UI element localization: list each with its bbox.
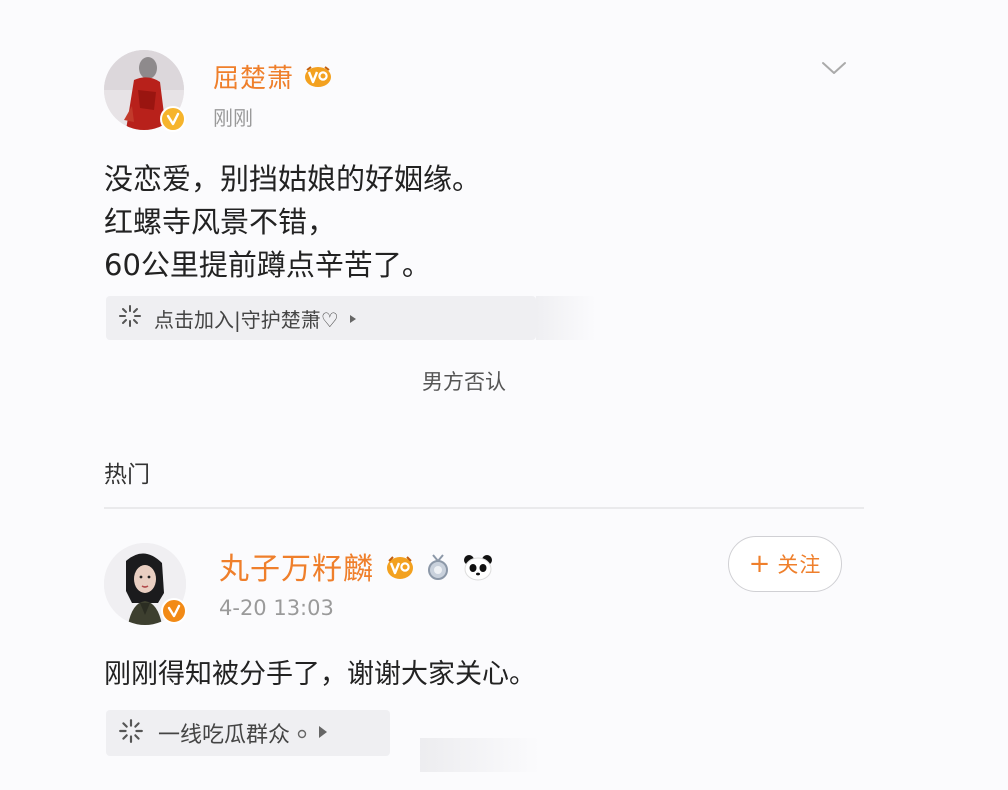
chip-fade (420, 738, 540, 772)
follow-label[interactable]: 关注 (777, 549, 821, 579)
post1-time: 刚刚 (213, 106, 253, 130)
small-heart-icon (296, 724, 308, 743)
sparkle-icon (118, 304, 142, 332)
verified-badge-icon (160, 106, 186, 132)
topic-chip-label[interactable]: 一线吃瓜群众 (158, 717, 290, 749)
post2-time: 4-20 13:03 (219, 596, 334, 620)
vip-badge-icon (303, 64, 333, 95)
post1-text-line: 没恋爱，别挡姑娘的好姻缘。 (104, 162, 482, 196)
post1-text-line: 60公里提前蹲点辛苦了。 (104, 248, 431, 282)
post2-text: 刚刚得知被分手了，谢谢大家关心。 (104, 659, 536, 690)
divider (104, 507, 864, 509)
chip-fade (536, 296, 596, 340)
section-label-hot[interactable]: 热门 (104, 455, 150, 489)
username-post1[interactable]: 屈楚萧 (213, 58, 333, 95)
plus-icon: + (748, 549, 772, 579)
username-text[interactable]: 丸子万籽麟 (219, 552, 374, 587)
username-post2[interactable]: 丸子万籽麟 (219, 544, 494, 589)
play-triangle-icon (318, 724, 328, 743)
topic-chip-post2[interactable]: 一线吃瓜群众 (106, 710, 390, 756)
sparkle-icon (118, 718, 144, 748)
medal-icon (425, 553, 451, 589)
caption-text: 男方否认 (422, 370, 506, 394)
follow-button[interactable]: + 关注 (728, 536, 842, 592)
play-triangle-icon (349, 309, 357, 328)
chevron-down-icon[interactable] (821, 60, 847, 80)
verified-badge-icon (161, 598, 187, 624)
post1-text-line: 红螺寺风景不错， (104, 205, 337, 239)
panda-icon (462, 553, 494, 589)
username-text[interactable]: 屈楚萧 (213, 64, 294, 94)
vip-badge-icon (385, 553, 415, 588)
topic-chip-post1[interactable]: 点击加入|守护楚萧♡ (106, 296, 536, 340)
topic-chip-label[interactable]: 点击加入|守护楚萧♡ (154, 304, 339, 333)
